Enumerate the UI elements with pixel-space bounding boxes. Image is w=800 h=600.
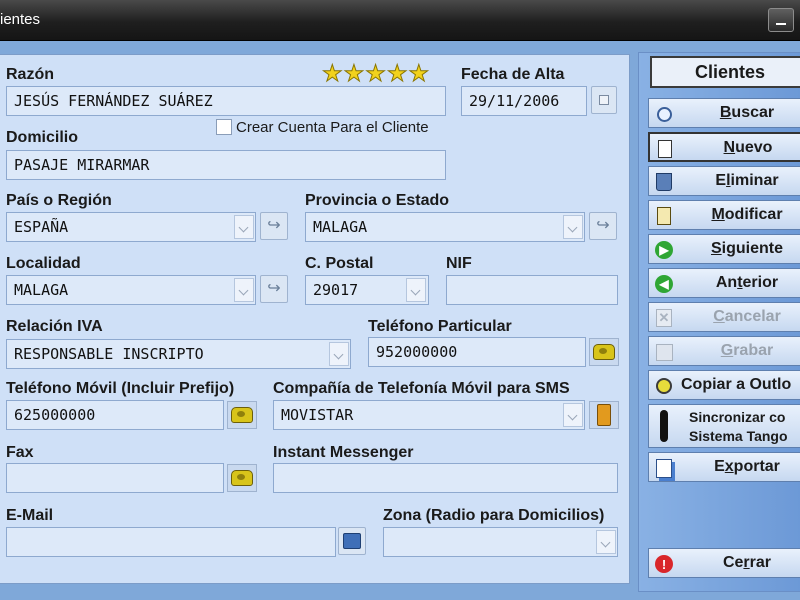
messenger-label: Instant Messenger: [273, 444, 414, 461]
redo-arrow-icon: ↪: [267, 217, 281, 234]
tel-movil-field[interactable]: 625000000: [6, 400, 224, 430]
eliminar-button[interactable]: Eliminar: [648, 166, 800, 196]
pais-select[interactable]: ESPAÑA: [6, 212, 256, 242]
zona-select[interactable]: [383, 527, 618, 557]
cancel-icon: ✕: [653, 307, 675, 329]
email-field[interactable]: [6, 527, 336, 557]
redo-arrow-icon: ↪: [267, 280, 281, 297]
sms-button[interactable]: [589, 401, 619, 429]
window-title: ientes: [0, 11, 41, 28]
cpostal-dropdown-arrow[interactable]: [406, 278, 426, 302]
fecha-alta-label: Fecha de Alta: [461, 66, 565, 83]
relacion-iva-select[interactable]: RESPONSABLE INSCRIPTO: [6, 339, 351, 369]
cerrar-button[interactable]: ! Cerrar: [648, 548, 800, 578]
zona-dropdown-arrow[interactable]: [596, 530, 616, 554]
call-fax-button[interactable]: [227, 464, 257, 492]
pais-dropdown-arrow[interactable]: [234, 215, 254, 239]
phone-icon: [231, 407, 253, 423]
rating-stars[interactable]: ★★★★★: [321, 60, 430, 87]
anterior-button[interactable]: ◀ Anterior: [648, 268, 800, 298]
domicilio-label: Domicilio: [6, 129, 79, 146]
razon-field[interactable]: JESÚS FERNÁNDEZ SUÁREZ: [6, 86, 446, 116]
localidad-edit-button[interactable]: ↪: [260, 275, 288, 303]
tel-movil-label: Teléfono Móvil (Incluir Prefijo): [6, 380, 235, 397]
new-document-icon: [654, 138, 676, 160]
window-titlebar: ientes: [0, 0, 800, 41]
cancelar-button[interactable]: ✕ Cancelar: [648, 302, 800, 332]
relacion-iva-label: Relación IVA: [6, 318, 103, 335]
magnifier-icon: [653, 103, 675, 125]
phone-icon: [593, 344, 615, 360]
razon-label: Razón: [6, 66, 54, 83]
compania-sms-dropdown-arrow[interactable]: [563, 403, 583, 427]
tel-particular-label: Teléfono Particular: [368, 318, 512, 335]
arrow-left-icon: ◀: [653, 273, 675, 295]
minimize-button[interactable]: [768, 8, 794, 32]
calendar-button[interactable]: [591, 86, 617, 114]
close-icon: !: [653, 553, 675, 575]
outlook-icon: [653, 375, 675, 397]
modificar-button[interactable]: Modificar: [648, 200, 800, 230]
provincia-select[interactable]: MALAGA: [305, 212, 585, 242]
email-send-icon: [343, 533, 361, 549]
edit-document-icon: [653, 205, 675, 227]
siguiente-button[interactable]: ▶ Siguiente: [648, 234, 800, 264]
pais-edit-button[interactable]: ↪: [260, 212, 288, 240]
crear-cuenta-checkbox[interactable]: [216, 119, 232, 135]
cpostal-label: C. Postal: [305, 255, 374, 272]
compania-sms-label: Compañía de Telefonía Móvil para SMS: [273, 380, 570, 397]
save-icon: [653, 341, 675, 363]
localidad-select[interactable]: MALAGA: [6, 275, 256, 305]
domicilio-field[interactable]: PASAJE MIRARMAR: [6, 150, 446, 180]
tango-icon: [653, 409, 675, 443]
sidebar-title: Clientes: [650, 56, 800, 88]
call-particular-button[interactable]: [589, 338, 619, 366]
messenger-field[interactable]: [273, 463, 618, 493]
tel-particular-field[interactable]: 952000000: [368, 337, 586, 367]
exportar-button[interactable]: Exportar: [648, 452, 800, 482]
calendar-icon: [599, 95, 609, 105]
provincia-edit-button[interactable]: ↪: [589, 212, 617, 240]
zona-label: Zona (Radio para Domicilios): [383, 507, 605, 524]
nuevo-button[interactable]: Nuevo: [648, 132, 800, 162]
localidad-dropdown-arrow[interactable]: [234, 278, 254, 302]
fax-label: Fax: [6, 444, 34, 461]
sms-phone-icon: [597, 404, 611, 426]
buscar-button[interactable]: Buscar: [648, 98, 800, 128]
provincia-dropdown-arrow[interactable]: [563, 215, 583, 239]
localidad-label: Localidad: [6, 255, 81, 272]
call-movil-button[interactable]: [227, 401, 257, 429]
export-icon: [653, 457, 675, 479]
nif-label: NIF: [446, 255, 472, 272]
fecha-alta-field[interactable]: 29/11/2006: [461, 86, 587, 116]
email-label: E-Mail: [6, 507, 54, 524]
phone-icon: [231, 470, 253, 486]
relacion-iva-dropdown-arrow[interactable]: [329, 342, 349, 366]
pais-label: País o Región: [6, 192, 112, 209]
provincia-label: Provincia o Estado: [305, 192, 450, 209]
trash-icon: [653, 171, 675, 193]
compania-sms-select[interactable]: MOVISTAR: [273, 400, 585, 430]
arrow-right-icon: ▶: [653, 239, 675, 261]
crear-cuenta-label: Crear Cuenta Para el Cliente: [236, 119, 429, 136]
grabar-button[interactable]: Grabar: [648, 336, 800, 366]
fax-field[interactable]: [6, 463, 224, 493]
copiar-outlook-button[interactable]: Copiar a Outlo: [648, 370, 800, 400]
nif-field[interactable]: [446, 275, 618, 305]
sincronizar-tango-button[interactable]: Sincronizar co Sistema Tango: [648, 404, 800, 448]
redo-arrow-icon: ↪: [596, 217, 610, 234]
send-email-button[interactable]: [338, 527, 366, 555]
